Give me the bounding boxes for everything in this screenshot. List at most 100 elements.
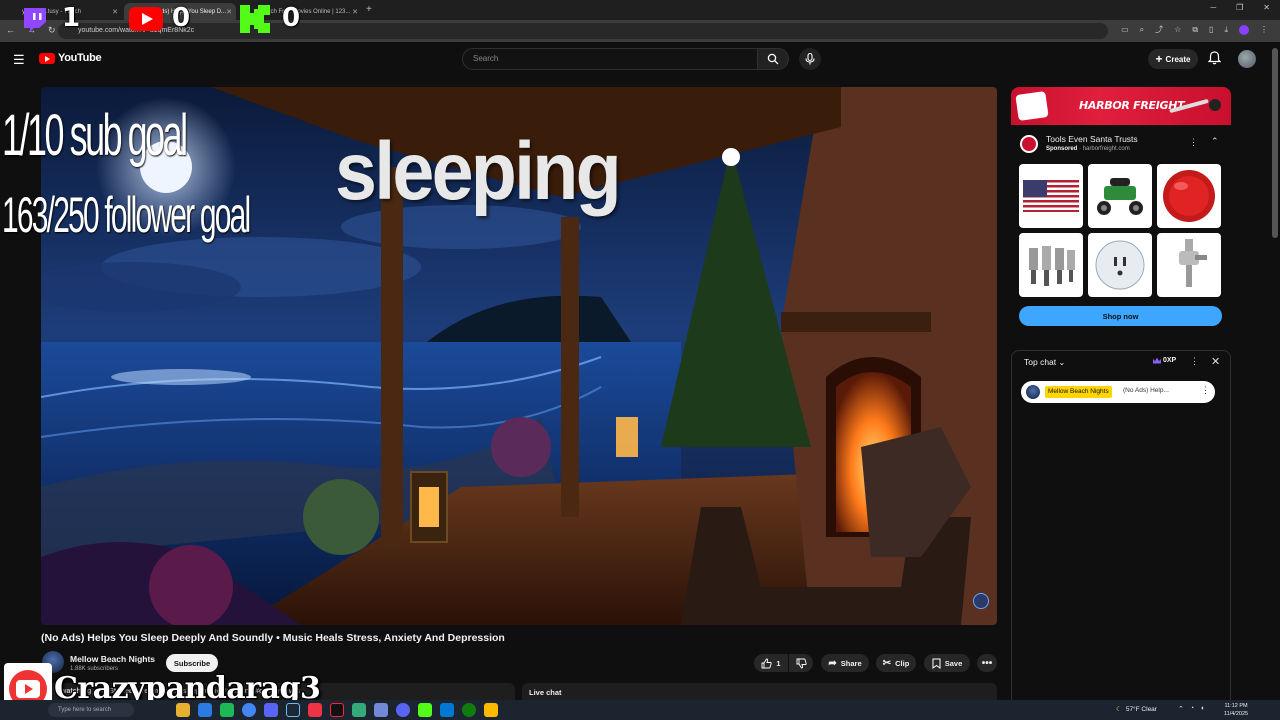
sub-goal-overlay: 1/10 sub goal [2, 103, 188, 168]
close-chat-icon[interactable]: ✕ [1211, 355, 1220, 368]
taskbar-pinned-apps [176, 703, 498, 717]
share-button[interactable]: ➦ Share [821, 654, 869, 672]
ad-title[interactable]: Tools Even Santa Trusts [1046, 134, 1138, 144]
live-chat-header: Live chat [522, 683, 997, 701]
url-field[interactable]: youtube.com/watch?v=u1qmEr8Nk2c [58, 23, 1108, 39]
shop-now-button[interactable]: Shop now [1019, 306, 1222, 326]
close-tab-icon[interactable]: ✕ [112, 8, 118, 16]
search-button[interactable] [757, 48, 789, 70]
tiktok-icon[interactable] [330, 703, 344, 717]
sidebar-icon[interactable]: ▯ [1209, 25, 1213, 34]
discord-alt-icon[interactable] [396, 703, 410, 717]
bell-icon [1207, 51, 1222, 65]
chat-xp-badge[interactable]: 0XP [1153, 357, 1176, 364]
pinned-chat-message[interactable]: Mellow Beach Nights (No Ads) Help... ⋮ [1021, 381, 1215, 403]
menu-icon[interactable]: ☰ [13, 52, 25, 68]
chat-mode-dropdown[interactable]: Top chat ⌄ [1024, 357, 1065, 367]
close-tab-icon[interactable]: ✕ [352, 8, 358, 16]
dislike-button[interactable] [789, 654, 813, 672]
kick-app-icon[interactable] [418, 703, 432, 717]
save-label: Save [944, 658, 963, 668]
discord-icon[interactable] [264, 703, 278, 717]
search-icon [767, 53, 779, 65]
window-controls: ─ ❐ ✕ [1210, 3, 1270, 12]
like-button[interactable]: 1 [754, 654, 788, 672]
ad-domain: harborfreight.com [1082, 146, 1130, 152]
channel-watermark-icon[interactable] [973, 593, 989, 609]
network-icon[interactable]: ◔ [1190, 705, 1194, 713]
voice-search-button[interactable] [799, 48, 821, 70]
browser-menu-icon[interactable]: ⋮ [1260, 25, 1268, 34]
ad-product-drill-bits[interactable] [1019, 233, 1083, 297]
minimize-icon[interactable]: ─ [1210, 3, 1216, 12]
account-avatar[interactable] [1238, 50, 1256, 68]
extensions-icon[interactable]: ⧉ [1192, 25, 1198, 35]
valve-fitting-icon [1179, 239, 1207, 287]
spotify-icon[interactable] [220, 703, 234, 717]
close-window-icon[interactable]: ✕ [1263, 3, 1270, 12]
chat-mode-label: Top chat [1024, 357, 1057, 367]
plus-icon: + [1155, 52, 1163, 66]
pinned-menu-icon[interactable]: ⋮ [1201, 385, 1210, 396]
pinned-author-name: Mellow Beach Nights [1045, 386, 1112, 398]
crown-icon [1153, 357, 1161, 364]
chat-menu-icon[interactable]: ⋮ [1190, 356, 1199, 367]
obs-icon[interactable] [352, 703, 366, 717]
ad-product-valve[interactable] [1157, 233, 1221, 297]
back-icon[interactable]: ← [6, 25, 15, 36]
xbox-icon[interactable] [462, 703, 476, 717]
cast-icon[interactable]: ▭ [1121, 25, 1129, 34]
browser-tab-strip: yourSan..tusy - Twitch ✕ (No Ads) Helps … [0, 0, 1280, 20]
misc-app-icon[interactable] [484, 703, 498, 717]
ad-product-smart-plug[interactable] [1088, 233, 1152, 297]
more-actions-button[interactable]: ••• [977, 654, 997, 672]
volume-icon[interactable]: ◖ [1200, 705, 1204, 713]
ad-product-garden-seat[interactable] [1088, 164, 1152, 228]
tab-twitch[interactable]: yourSan..tusy - Twitch ✕ [0, 3, 122, 20]
ad-banner[interactable]: HARBOR FREIGHT [1011, 87, 1231, 125]
ad-sponsored-line: Sponsored · harborfreight.com [1046, 146, 1130, 152]
youtube-header: ☰ YouTube Search + Create [0, 42, 1280, 78]
system-tray: ⌃ ◔ ◖ [1178, 705, 1204, 713]
ad-product-red-disc[interactable] [1157, 164, 1221, 228]
chevron-up-icon[interactable]: ⌃ [1178, 705, 1184, 713]
chevron-down-icon: ⌄ [1058, 358, 1066, 367]
chevron-up-icon[interactable]: ⌃ [1211, 136, 1219, 147]
page-scrollbar[interactable] [1272, 48, 1278, 238]
youtube-logo[interactable]: YouTube [39, 52, 102, 64]
opera-icon[interactable] [308, 703, 322, 717]
app-icon[interactable] [374, 703, 388, 717]
more-horizontal-icon: ••• [981, 657, 993, 669]
steam-icon[interactable] [286, 703, 300, 717]
download-icon[interactable]: ⤓ [1224, 25, 1228, 35]
ad-product-flag[interactable] [1019, 164, 1083, 228]
clip-label: Clip [895, 658, 910, 668]
taskbar-clock[interactable]: 11:12 PM 11/4/2025 [1224, 702, 1248, 718]
share-icon[interactable]: ⤴ [1155, 24, 1163, 35]
taskbar-weather[interactable]: ☾ 57°F Clear [1116, 705, 1157, 714]
create-button[interactable]: + Create [1148, 49, 1198, 69]
search-input[interactable]: Search [462, 48, 758, 70]
chrome-icon[interactable] [242, 703, 256, 717]
channel-name[interactable]: Mellow Beach Nights [70, 654, 155, 664]
file-explorer-icon[interactable] [176, 703, 190, 717]
advertiser-avatar[interactable] [1020, 135, 1038, 153]
close-tab-icon[interactable]: ✕ [226, 8, 232, 16]
notifications-button[interactable] [1207, 51, 1222, 70]
profile-icon[interactable] [1239, 24, 1249, 35]
pinned-author-avatar [1026, 385, 1040, 399]
maximize-icon[interactable]: ❐ [1236, 3, 1243, 12]
new-tab-button[interactable]: + [366, 4, 372, 15]
zoom-icon[interactable]: ⌕ [1140, 25, 1144, 35]
ad-menu-icon[interactable]: ⋮ [1189, 137, 1198, 148]
youtube-icon [128, 6, 164, 32]
store-icon[interactable] [440, 703, 454, 717]
subscribe-button[interactable]: Subscribe [166, 654, 218, 672]
bookmark-star-icon[interactable]: ☆ [1174, 25, 1181, 34]
moon-icon: ☾ [1116, 706, 1122, 713]
save-button[interactable]: Save [924, 654, 970, 672]
clip-button[interactable]: ✂ Clip [876, 654, 916, 672]
taskbar-search-input[interactable]: Type here to search [48, 703, 134, 717]
edge-icon[interactable] [198, 703, 212, 717]
youtube-logo-text: YouTube [58, 52, 102, 64]
